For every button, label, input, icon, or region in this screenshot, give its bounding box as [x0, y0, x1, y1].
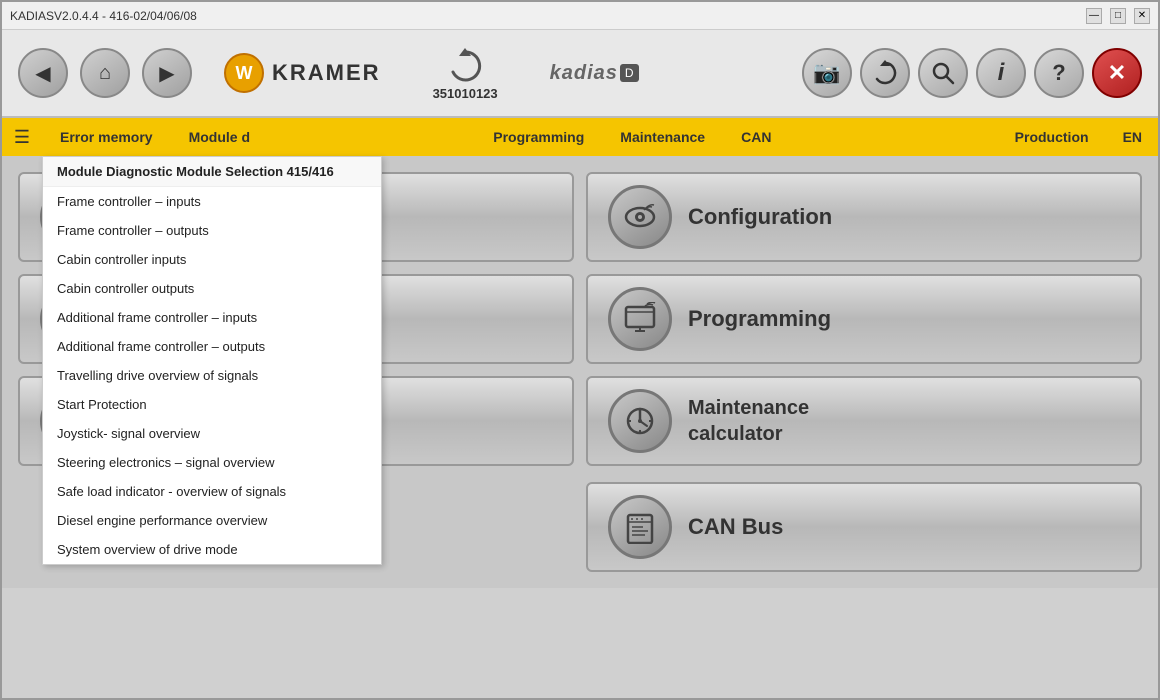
zoom-button[interactable]	[918, 48, 968, 98]
programming-icon	[608, 287, 672, 351]
close-icon: ✕	[1108, 60, 1126, 86]
maximize-button[interactable]: □	[1110, 8, 1126, 24]
serial-area: 351010123	[433, 46, 498, 101]
dropdown-item-0[interactable]: Module Diagnostic Module Selection 415/4…	[43, 157, 381, 187]
header: ◀ ⌂ ▶ W KRAMER 351010123 kadias D 📷	[2, 30, 1158, 118]
kadias-text: kadias	[550, 62, 618, 85]
logo-area: W KRAMER	[224, 53, 381, 93]
info-button[interactable]: i	[976, 48, 1026, 98]
weidemann-logo: W	[224, 53, 264, 93]
dropdown-item-5[interactable]: Additional frame controller – inputs	[43, 303, 381, 332]
nav-production[interactable]: Production	[997, 118, 1107, 156]
refresh-button[interactable]	[860, 48, 910, 98]
dropdown-item-11[interactable]: Safe load indicator - overview of signal…	[43, 477, 381, 506]
titlebar-title: KADIASV2.0.4.4 - 416-02/04/06/08	[10, 9, 197, 23]
dropdown-item-8[interactable]: Start Protection	[43, 390, 381, 419]
camera-button[interactable]: 📷	[802, 48, 852, 98]
nav-language[interactable]: EN	[1107, 129, 1158, 145]
refresh-circle-icon	[871, 59, 899, 87]
home-icon: ⌂	[99, 62, 111, 85]
dropdown-item-7[interactable]: Travelling drive overview of signals	[43, 361, 381, 390]
dropdown-item-10[interactable]: Steering electronics – signal overview	[43, 448, 381, 477]
can-bus-button[interactable]: CAN Bus	[586, 482, 1142, 572]
forward-icon: ▶	[159, 61, 174, 86]
help-button[interactable]: ?	[1034, 48, 1084, 98]
can-bus-icon	[608, 495, 672, 559]
back-icon: ◀	[35, 61, 50, 86]
back-button[interactable]: ◀	[18, 48, 68, 98]
programming-label: Programming	[688, 306, 831, 332]
dropdown-menu: Module Diagnostic Module Selection 415/4…	[42, 156, 382, 565]
nav-can[interactable]: CAN	[723, 118, 789, 156]
dropdown-item-6[interactable]: Additional frame controller – outputs	[43, 332, 381, 361]
dropdown-item-13[interactable]: System overview of drive mode	[43, 535, 381, 564]
configuration-button[interactable]: Configuration	[586, 172, 1142, 262]
programming-button[interactable]: Programming	[586, 274, 1142, 364]
maintenance-calc-label: Maintenancecalculator	[688, 395, 809, 447]
home-button[interactable]: ⌂	[80, 48, 130, 98]
dropdown-item-9[interactable]: Joystick- signal overview	[43, 419, 381, 448]
configuration-icon	[608, 185, 672, 249]
dropdown-item-3[interactable]: Cabin controller inputs	[43, 245, 381, 274]
serial-number: 351010123	[433, 86, 498, 101]
help-icon: ?	[1052, 60, 1065, 86]
nav-module-d[interactable]: Module d	[171, 118, 268, 156]
dropdown-item-2[interactable]: Frame controller – outputs	[43, 216, 381, 245]
can-bus-label: CAN Bus	[688, 514, 783, 540]
dropdown-item-12[interactable]: Diesel engine performance overview	[43, 506, 381, 535]
refresh-icon	[445, 46, 485, 86]
minimize-button[interactable]: —	[1086, 8, 1102, 24]
nav-error-memory[interactable]: Error memory	[42, 118, 171, 156]
brand-name: KRAMER	[272, 60, 381, 86]
maintenance-calc-icon	[608, 389, 672, 453]
camera-icon: 📷	[813, 60, 840, 86]
maintenance-calc-button[interactable]: Maintenancecalculator	[586, 376, 1142, 466]
search-icon	[929, 59, 957, 87]
close-button[interactable]: ✕	[1134, 8, 1150, 24]
forward-button[interactable]: ▶	[142, 48, 192, 98]
kadias-badge: D	[620, 64, 639, 82]
titlebar-controls: — □ ✕	[1086, 8, 1150, 24]
info-icon: i	[998, 59, 1005, 87]
hamburger-button[interactable]: ☰	[2, 118, 42, 156]
dropdown-item-1[interactable]: Frame controller – inputs	[43, 187, 381, 216]
titlebar: KADIASV2.0.4.4 - 416-02/04/06/08 — □ ✕	[2, 2, 1158, 30]
header-right-buttons: 📷 i ? ✕	[802, 48, 1142, 98]
nav-programming[interactable]: Programming	[475, 118, 602, 156]
hamburger-icon: ☰	[14, 127, 30, 148]
navbar: ☰ Error memory Module d Programming Main…	[2, 118, 1158, 156]
dropdown-item-4[interactable]: Cabin controller outputs	[43, 274, 381, 303]
nav-maintenance[interactable]: Maintenance	[602, 118, 723, 156]
kadias-logo: kadias D	[550, 62, 639, 85]
exit-button[interactable]: ✕	[1092, 48, 1142, 98]
logo-letter: W	[236, 63, 253, 84]
configuration-label: Configuration	[688, 204, 832, 230]
